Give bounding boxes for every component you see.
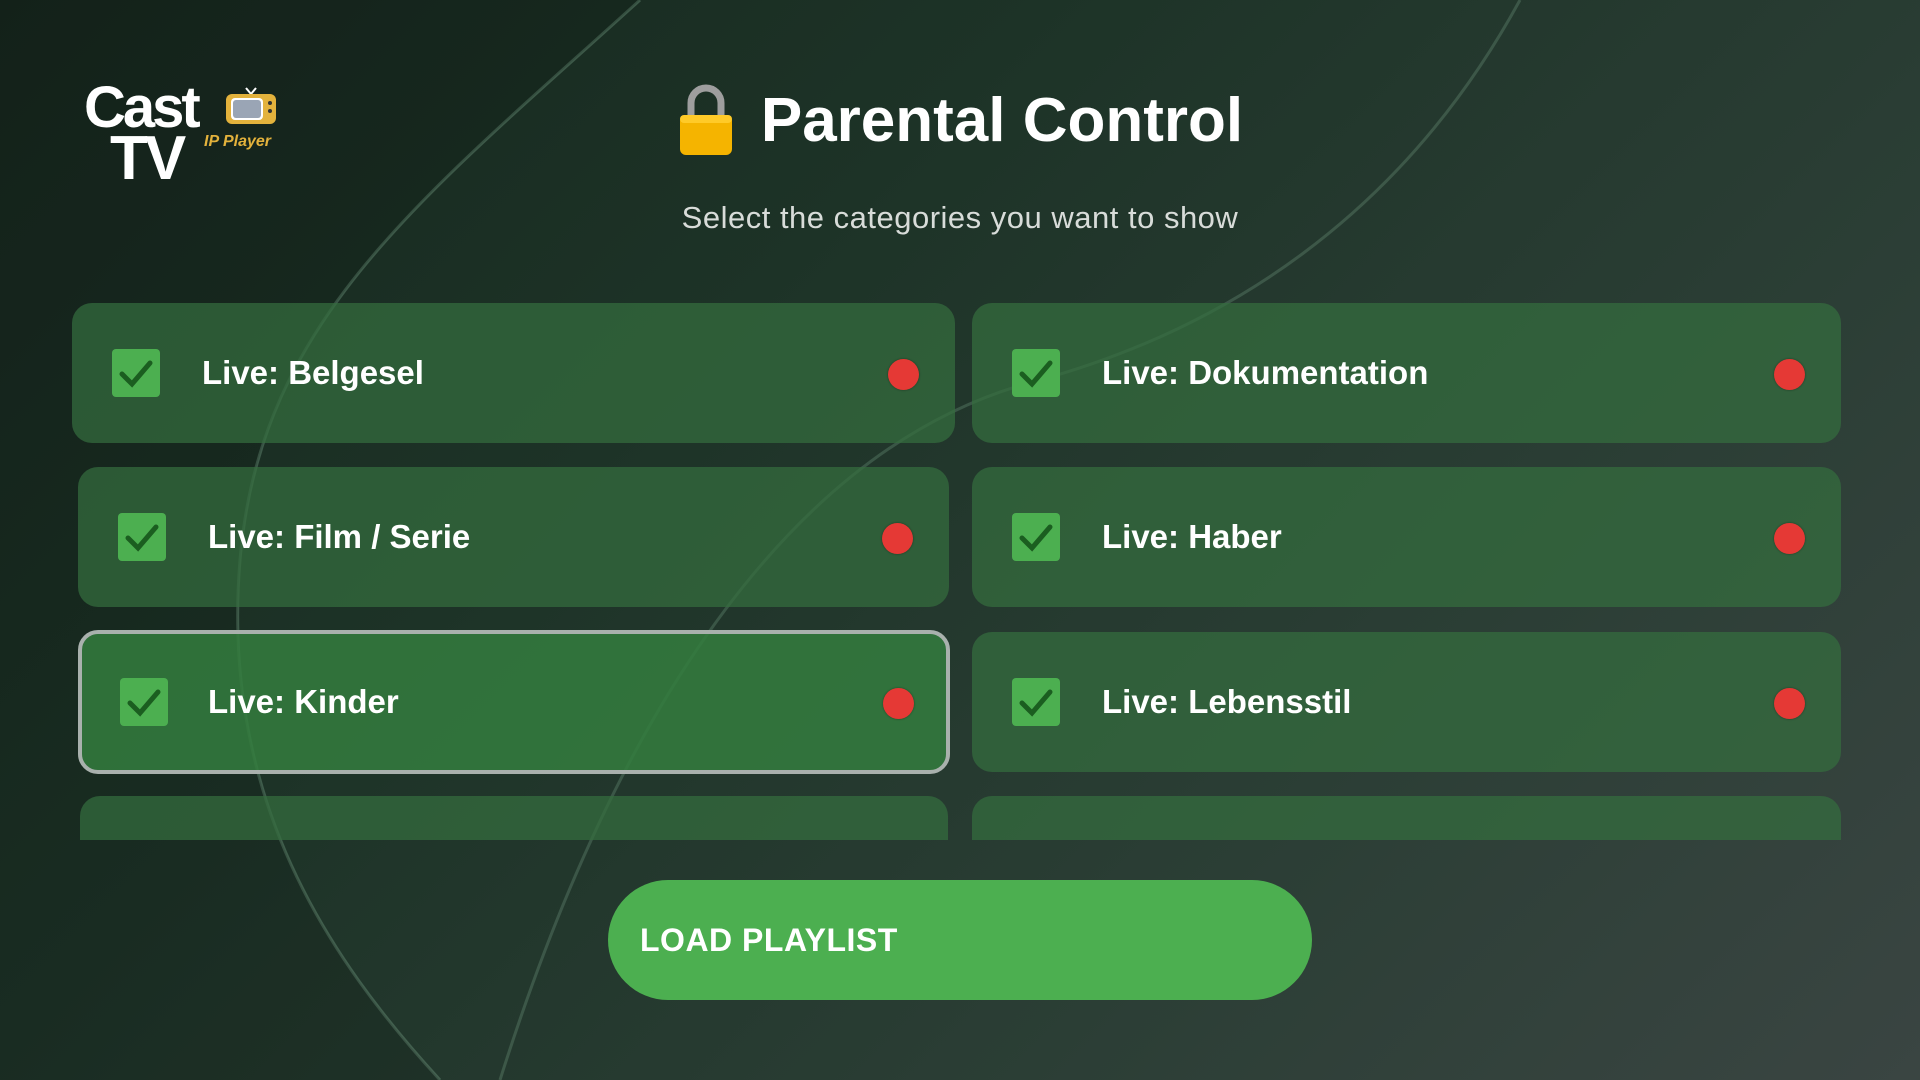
status-dot <box>883 688 914 719</box>
category-label: Live: Kinder <box>208 683 399 720</box>
checkbox-checked[interactable] <box>112 349 160 397</box>
category-item[interactable]: Live: Film / Serie <box>78 467 949 607</box>
status-dot <box>1774 359 1805 390</box>
checkbox-checked[interactable] <box>118 513 166 561</box>
status-dot <box>888 359 919 390</box>
category-label: Live: Belgesel <box>202 354 424 391</box>
page-title: Parental Control <box>760 85 1244 155</box>
category-item[interactable]: Live: Dokumentation <box>972 303 1841 443</box>
check-icon <box>125 524 159 552</box>
checkbox-checked[interactable] <box>1012 678 1060 726</box>
check-icon <box>1019 524 1053 552</box>
check-icon <box>1019 689 1053 717</box>
check-icon <box>119 360 153 388</box>
category-label: Live: Dokumentation <box>1102 354 1429 391</box>
checkbox-checked[interactable] <box>1012 349 1060 397</box>
category-grid: Live: Belgesel Live: Dokumentation Live:… <box>72 303 1842 840</box>
category-item-focused[interactable]: Live: Kinder <box>78 630 950 774</box>
category-label: Live: Haber <box>1102 518 1282 555</box>
category-label: Live: Film / Serie <box>208 518 471 555</box>
status-dot <box>882 523 913 554</box>
page-subtitle: Select the categories you want to show <box>681 200 1239 235</box>
category-item[interactable] <box>80 796 948 840</box>
checkbox-checked[interactable] <box>1012 513 1060 561</box>
check-icon <box>127 689 161 717</box>
status-dot <box>1774 523 1805 554</box>
load-playlist-button[interactable]: LOAD PLAYLIST <box>608 880 1312 1000</box>
category-item[interactable]: Live: Haber <box>972 467 1841 607</box>
category-item[interactable]: Live: Belgesel <box>72 303 955 443</box>
category-item[interactable]: Live: Lebensstil <box>972 632 1841 772</box>
lock-icon <box>679 84 732 155</box>
status-dot <box>1774 688 1805 719</box>
page-header: Parental Control <box>0 80 1920 160</box>
category-item[interactable] <box>972 796 1841 840</box>
check-icon <box>1019 360 1053 388</box>
checkbox-checked[interactable] <box>120 678 168 726</box>
category-label: Live: Lebensstil <box>1102 683 1352 720</box>
